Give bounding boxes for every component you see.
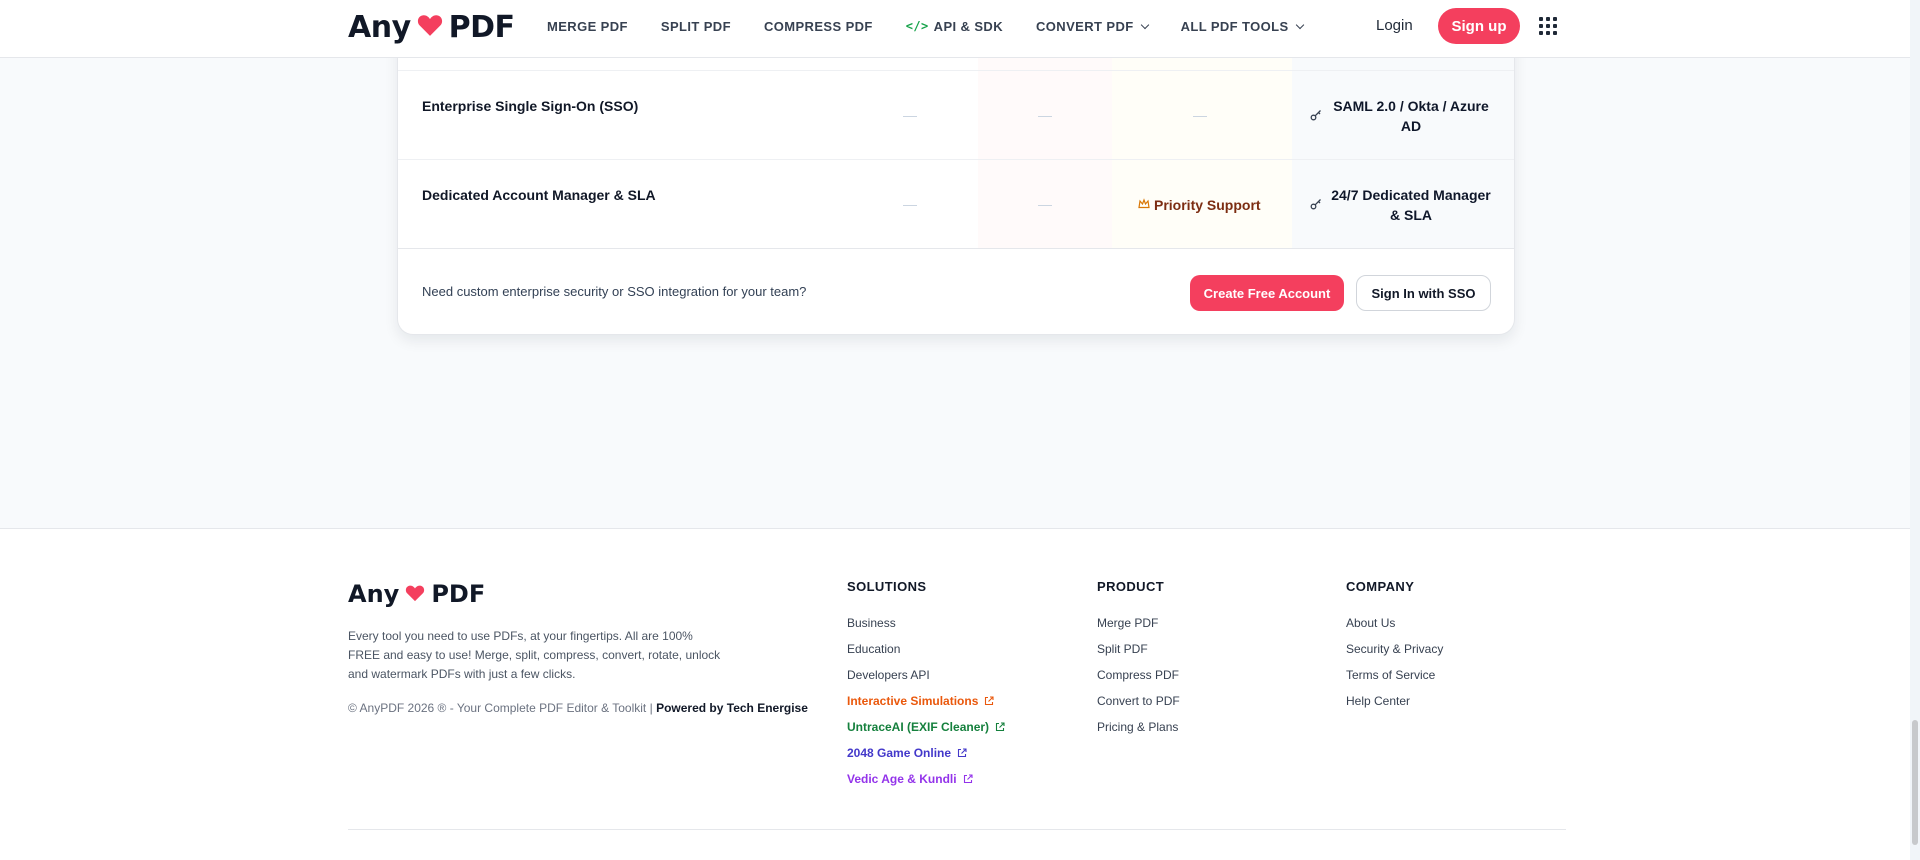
external-link-icon xyxy=(995,722,1005,732)
code-icon: </> xyxy=(905,19,929,33)
footer-link-convert-to-pdf[interactable]: Convert to PDF xyxy=(1097,688,1180,714)
chevron-down-icon xyxy=(1295,20,1304,29)
footer-divider xyxy=(348,829,1566,830)
footer-link-developers-api[interactable]: Developers API xyxy=(847,662,1005,688)
not-included-dash xyxy=(1038,205,1052,206)
feature-label: Dedicated Account Manager & SLA xyxy=(422,187,656,203)
external-link-icon xyxy=(963,774,973,784)
logo-text-pdf: PDF xyxy=(448,10,515,45)
team-support-value: Priority Support xyxy=(1154,197,1261,213)
apps-grid-icon[interactable] xyxy=(1539,17,1557,35)
footer-link-education[interactable]: Education xyxy=(847,636,1005,662)
nav-api-sdk[interactable]: </> API & SDK xyxy=(906,19,1003,34)
footer-link-untraceai[interactable]: UntraceAI (EXIF Cleaner) xyxy=(847,714,1005,740)
heart-icon xyxy=(405,580,425,608)
footer-link-pricing-plans[interactable]: Pricing & Plans xyxy=(1097,714,1180,740)
footer-link-compress-pdf[interactable]: Compress PDF xyxy=(1097,662,1180,688)
footer-column-title: COMPANY xyxy=(1346,579,1415,594)
not-included-dash xyxy=(903,116,917,117)
footer-logo[interactable]: Any PDF xyxy=(348,580,485,608)
cta-question: Need custom enterprise security or SSO i… xyxy=(422,284,807,299)
scrollbar-thumb[interactable] xyxy=(1912,720,1918,845)
enterprise-sso-value: SAML 2.0 / Okta / Azure AD xyxy=(1333,98,1489,134)
nav-compress-pdf[interactable]: COMPRESS PDF xyxy=(764,19,873,34)
nav-all-pdf-tools[interactable]: ALL PDF TOOLS xyxy=(1181,19,1304,34)
logo[interactable]: Any PDF xyxy=(348,10,515,45)
footer-column-product: PRODUCT Merge PDF Split PDF Compress PDF… xyxy=(1097,579,1180,740)
footer-column-title: PRODUCT xyxy=(1097,579,1165,594)
nav-merge-pdf[interactable]: MERGE PDF xyxy=(547,19,628,34)
nav-split-pdf[interactable]: SPLIT PDF xyxy=(661,19,731,34)
not-included-dash xyxy=(903,205,917,206)
nav-convert-pdf[interactable]: CONVERT PDF xyxy=(1036,19,1149,34)
table-row: Dedicated Account Manager & SLA Priority… xyxy=(398,159,1514,248)
footer-link-business[interactable]: Business xyxy=(847,610,1005,636)
create-free-account-button[interactable]: Create Free Account xyxy=(1190,275,1344,311)
footer-description: Every tool you need to use PDFs, at your… xyxy=(348,629,721,681)
footer-link-2048-game[interactable]: 2048 Game Online xyxy=(847,740,1005,766)
crown-icon xyxy=(1138,198,1150,209)
signup-button[interactable]: Sign up xyxy=(1438,8,1520,44)
feature-label: Enterprise Single Sign-On (SSO) xyxy=(422,98,639,114)
sign-in-sso-button[interactable]: Sign In with SSO xyxy=(1356,275,1491,311)
footer-link-about-us[interactable]: About Us xyxy=(1346,610,1443,636)
not-included-dash xyxy=(1193,116,1207,117)
pricing-cta-bar: Need custom enterprise security or SSO i… xyxy=(398,248,1514,334)
not-included-dash xyxy=(1038,116,1052,117)
footer-column-title: SOLUTIONS xyxy=(847,579,927,594)
main-nav: MERGE PDF SPLIT PDF COMPRESS PDF </> API… xyxy=(547,0,1304,52)
enterprise-support-value: 24/7 Dedicated Manager & SLA xyxy=(1331,187,1491,223)
top-nav-bar: Any PDF MERGE PDF SPLIT PDF COMPRESS PDF… xyxy=(0,0,1910,58)
footer-column-solutions: SOLUTIONS Business Education Developers … xyxy=(847,579,1005,792)
footer-link-help-center[interactable]: Help Center xyxy=(1346,688,1443,714)
footer-link-merge-pdf[interactable]: Merge PDF xyxy=(1097,610,1180,636)
copyright: © AnyPDF 2026 ® - Your Complete PDF Edit… xyxy=(348,701,808,715)
pricing-comparison-card: Enterprise Single Sign-On (SSO) SAML 2.0… xyxy=(397,40,1515,335)
chevron-down-icon xyxy=(1140,20,1149,29)
logo-text-pdf: PDF xyxy=(431,580,486,608)
external-link-icon xyxy=(958,748,967,758)
key-icon xyxy=(1310,110,1321,121)
key-icon xyxy=(1310,199,1321,210)
footer-link-security-privacy[interactable]: Security & Privacy xyxy=(1346,636,1443,662)
login-link[interactable]: Login xyxy=(1376,17,1413,34)
logo-text-any: Any xyxy=(348,580,400,608)
site-footer: Any PDF Every tool you need to use PDFs,… xyxy=(0,528,1910,860)
table-row: Enterprise Single Sign-On (SSO) SAML 2.0… xyxy=(398,70,1514,159)
external-link-icon xyxy=(985,696,994,706)
powered-by-link[interactable]: Powered by Tech Energise xyxy=(656,701,808,715)
footer-column-company: COMPANY About Us Security & Privacy Term… xyxy=(1346,579,1443,714)
logo-text-any: Any xyxy=(348,10,411,45)
heart-icon xyxy=(417,10,443,45)
footer-link-vedic-age[interactable]: Vedic Age & Kundli xyxy=(847,766,1005,792)
footer-link-terms-of-service[interactable]: Terms of Service xyxy=(1346,662,1443,688)
footer-link-split-pdf[interactable]: Split PDF xyxy=(1097,636,1180,662)
footer-link-interactive-simulations[interactable]: Interactive Simulations xyxy=(847,688,1005,714)
